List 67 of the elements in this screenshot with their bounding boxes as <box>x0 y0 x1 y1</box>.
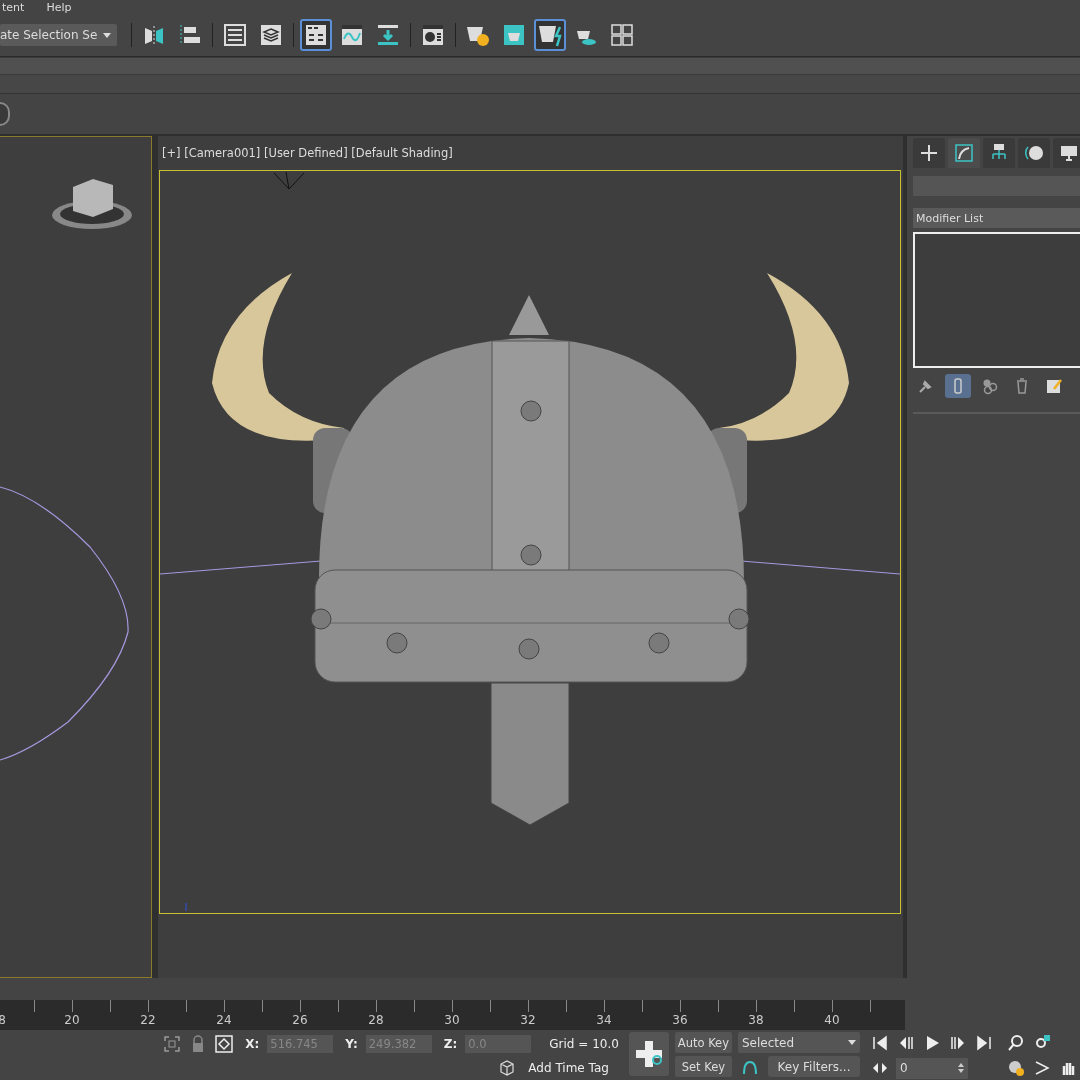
menu-item[interactable]: tent <box>2 0 25 14</box>
panel-tab[interactable] <box>1018 138 1050 168</box>
skip-forward-icon <box>975 1034 993 1052</box>
ribbon-panel-icon <box>304 23 329 47</box>
grid-size-text: Grid = 10.0 <box>549 1037 619 1051</box>
caret-icon <box>103 32 112 38</box>
add-time-tag-text[interactable]: Add Time Tag <box>528 1061 609 1075</box>
frame-number: 28 <box>368 1013 384 1027</box>
coordinate-label: X: <box>245 1037 260 1051</box>
selection-set-dropdown[interactable]: ate Selection Se <box>0 24 118 46</box>
toolbar-button[interactable] <box>534 19 567 51</box>
frame-number: 32 <box>520 1013 536 1027</box>
material-window-icon <box>421 23 446 47</box>
panel-tab[interactable] <box>948 138 980 168</box>
configure-icon <box>1045 377 1063 395</box>
list-icon <box>223 23 248 47</box>
skip-back-icon <box>871 1034 889 1052</box>
image-grid-icon <box>610 23 635 47</box>
teapot-window-icon <box>502 23 527 47</box>
frame-number: 30 <box>444 1013 460 1027</box>
teapot-bolt-icon <box>538 23 563 47</box>
frame-number: 40 <box>824 1013 840 1027</box>
axis-tripod-icon <box>185 902 187 911</box>
monitor-icon <box>1059 143 1079 163</box>
panel-tab[interactable] <box>983 138 1015 168</box>
frame-number: 24 <box>216 1013 232 1027</box>
coordinate-label: Y: <box>345 1037 358 1051</box>
panel-tab[interactable] <box>1053 138 1080 168</box>
angle-icon <box>1033 1059 1051 1077</box>
frame-number: 36 <box>672 1013 688 1027</box>
modifier-stack[interactable] <box>913 232 1080 368</box>
panel-tab[interactable] <box>913 138 945 168</box>
viewport-label[interactable]: [+] [Camera001] [User Defined] [Default Shading] <box>158 136 903 170</box>
curve-window-icon <box>340 23 365 47</box>
coordinate-label: Z: <box>443 1037 458 1051</box>
plus-icon <box>919 143 939 163</box>
menu-item[interactable]: Help <box>46 0 72 14</box>
circle-button[interactable] <box>0 102 10 126</box>
caret-icon <box>848 1040 856 1045</box>
frame-number: 20 <box>64 1013 80 1027</box>
viewcube-drawing[interactable] <box>52 179 132 229</box>
frame-number: 34 <box>596 1013 612 1027</box>
layers-icon <box>259 23 284 47</box>
frame-number: 26 <box>292 1013 308 1027</box>
frame-number: 38 <box>748 1013 764 1027</box>
key-mode-dropdown[interactable]: Selected <box>738 1032 860 1053</box>
auto-key-button[interactable]: Auto Key <box>674 1032 732 1053</box>
curve-frame-icon <box>954 143 974 163</box>
step-forward-icon <box>949 1034 967 1052</box>
current-frame-field[interactable]: 0 <box>896 1057 968 1079</box>
selection-frame-icon[interactable] <box>163 1035 182 1053</box>
clock-gear-icon <box>1007 1059 1025 1077</box>
circles-icon <box>981 377 999 395</box>
frame-number: 22 <box>140 1013 156 1027</box>
sphere-motion-icon <box>1024 143 1044 163</box>
spinner-icon[interactable] <box>958 1063 964 1073</box>
toolbar-button[interactable] <box>300 19 333 51</box>
key-filters-button[interactable]: Key Filters... <box>768 1056 860 1077</box>
download-icon <box>376 23 401 47</box>
set-key-mode-button[interactable]: Set Key <box>674 1056 732 1077</box>
cube-icon[interactable] <box>498 1059 517 1077</box>
set-key-button[interactable] <box>628 1032 669 1076</box>
tangent-icon <box>741 1058 759 1076</box>
search-icon <box>1007 1034 1025 1052</box>
camera-icon <box>273 171 305 190</box>
modifier-list-dropdown[interactable]: Modifier List <box>913 208 1080 228</box>
transform-mode-icon[interactable] <box>215 1035 234 1053</box>
